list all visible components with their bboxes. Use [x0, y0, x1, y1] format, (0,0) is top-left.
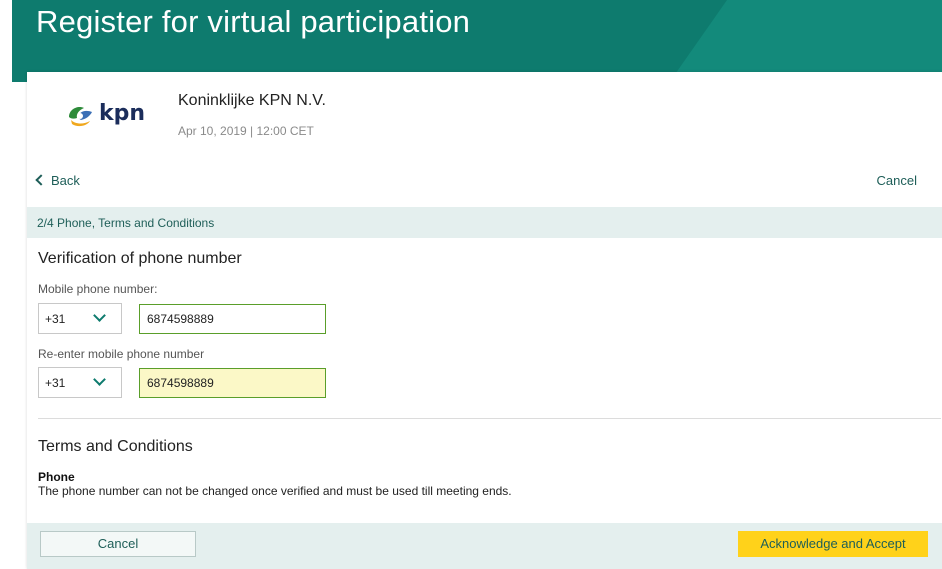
mobile-phone-input[interactable]	[139, 304, 326, 334]
country-code-value: +31	[45, 312, 66, 326]
country-code-select-confirm[interactable]: +31	[38, 367, 122, 398]
company-name: Koninklijke KPN N.V.	[178, 92, 326, 109]
company-logo: kpn	[66, 99, 156, 135]
section-divider	[38, 418, 941, 419]
chevron-left-icon	[35, 174, 47, 186]
terms-title: Terms and Conditions	[38, 438, 193, 455]
cancel-link[interactable]: Cancel	[877, 173, 917, 188]
back-label: Back	[51, 173, 80, 188]
registration-card: kpn Koninklijke KPN N.V. Apr 10, 2019 | …	[27, 72, 942, 569]
meeting-date: Apr 10, 2019 | 12:00 CET	[178, 124, 314, 138]
terms-text: The phone number can not be changed once…	[38, 484, 512, 498]
acknowledge-accept-button[interactable]: Acknowledge and Accept	[738, 531, 928, 557]
step-label: 2/4 Phone, Terms and Conditions	[37, 216, 215, 230]
country-code-value-confirm: +31	[45, 376, 66, 390]
terms-subtitle: Phone	[38, 470, 75, 484]
header-decoration	[642, 0, 942, 82]
country-code-select[interactable]: +31	[38, 303, 122, 334]
chevron-down-icon	[93, 309, 106, 322]
kpn-logo-icon	[69, 107, 92, 127]
verification-title: Verification of phone number	[38, 250, 242, 267]
chevron-down-icon	[93, 373, 106, 386]
logo-wordmark: kpn	[99, 101, 146, 126]
page-title: Register for virtual participation	[36, 4, 471, 39]
cancel-button[interactable]: Cancel	[40, 531, 196, 557]
action-footer: Cancel Acknowledge and Accept	[27, 523, 942, 569]
step-indicator: 2/4 Phone, Terms and Conditions	[27, 207, 942, 238]
mobile-phone-label: Mobile phone number:	[38, 282, 158, 296]
page-header: Register for virtual participation	[12, 0, 942, 82]
reenter-phone-label: Re-enter mobile phone number	[38, 347, 205, 361]
back-link[interactable]: Back	[35, 173, 80, 188]
reenter-phone-input[interactable]	[139, 368, 326, 398]
